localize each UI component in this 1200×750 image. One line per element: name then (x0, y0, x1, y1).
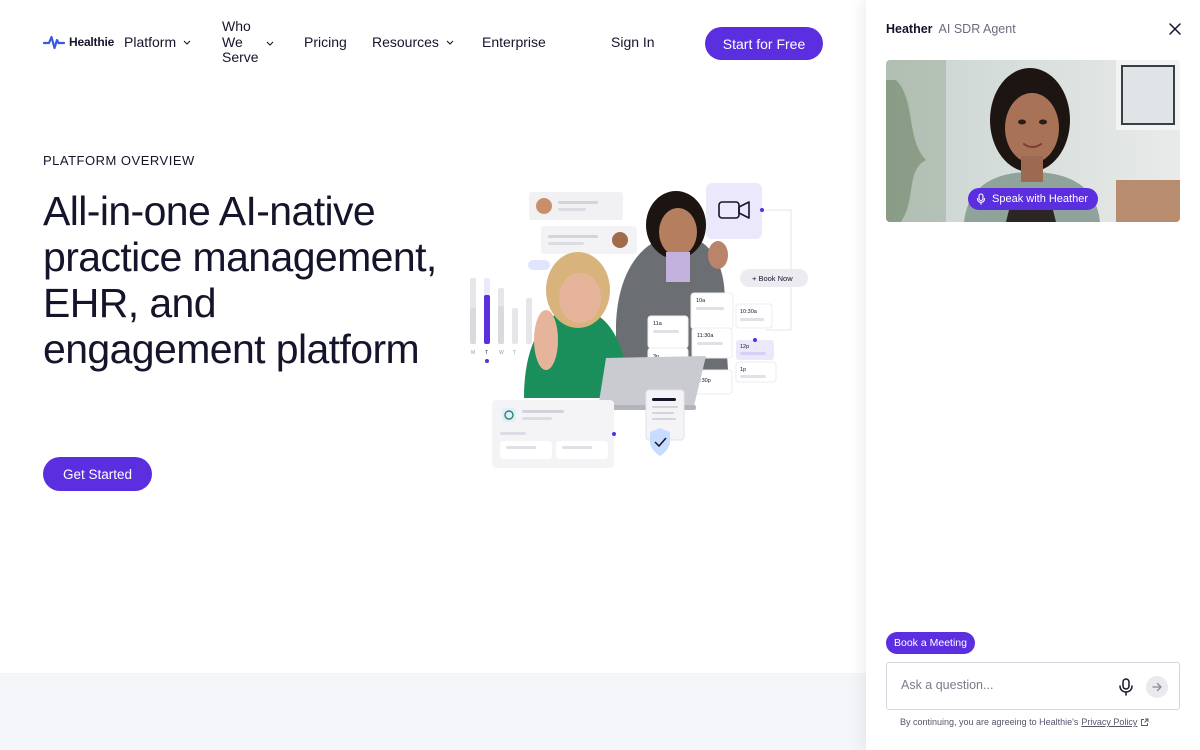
get-started-button[interactable]: Get Started (43, 457, 152, 491)
slot-label: 1p (740, 367, 746, 373)
hero-title: All-in-one AI-native practice management… (43, 188, 437, 372)
hero-illustration: M T W T + Book Now 10a 11a 11:30a 10:30a… (466, 180, 816, 475)
chevron-down-icon (183, 40, 191, 45)
nav-resources-label: Resources (372, 34, 439, 50)
next-section-band (0, 673, 866, 750)
landing-page: Healthie Platform Who We Serve Pricing R… (0, 0, 866, 750)
ask-question-input[interactable] (901, 678, 1101, 692)
svg-text:T: T (485, 350, 488, 356)
nav-who-line: We (222, 33, 243, 50)
agent-role: AI SDR Agent (938, 22, 1016, 36)
microphone-icon (976, 193, 986, 205)
healthie-logo-icon (43, 35, 65, 50)
svg-text:W: W (499, 350, 504, 356)
chat-input-box (886, 662, 1180, 710)
microphone-icon[interactable] (1117, 677, 1135, 697)
chat-header: Heather AI SDR Agent (886, 22, 1016, 36)
close-icon[interactable] (1168, 22, 1182, 36)
arrow-right-icon (1152, 682, 1162, 692)
slot-label: 11:30a (697, 333, 714, 339)
nav-who-line: Serve (222, 49, 259, 65)
external-link-icon (1141, 718, 1149, 726)
hero-eyebrow: PLATFORM OVERVIEW (43, 153, 195, 168)
agent-video[interactable]: Speak with Heather (886, 60, 1180, 222)
svg-text:M: M (471, 350, 475, 356)
chevron-down-icon (446, 40, 454, 45)
svg-text:T: T (513, 350, 516, 356)
shield-check-icon (650, 428, 670, 456)
top-nav: Healthie Platform Who We Serve Pricing R… (0, 0, 866, 86)
book-a-meeting-button[interactable]: Book a Meeting (886, 632, 975, 654)
agent-name: Heather (886, 22, 933, 36)
nav-who-we-serve[interactable]: Who We Serve (222, 18, 262, 66)
nav-pricing-label: Pricing (304, 34, 347, 50)
ai-agent-chat-panel: Heather AI SDR Agent Speak with Heather … (866, 0, 1200, 750)
healthie-logo[interactable]: Healthie (43, 34, 114, 50)
slot-label: 12p (740, 344, 749, 350)
slot-label: 11a (653, 321, 663, 327)
nav-pricing[interactable]: Pricing (304, 34, 347, 50)
sign-in-link[interactable]: Sign In (611, 34, 655, 50)
video-card (706, 183, 762, 239)
start-for-free-button[interactable]: Start for Free (705, 27, 823, 60)
chevron-down-icon[interactable] (265, 38, 275, 48)
consent-text: By continuing, you are agreeing to Healt… (900, 717, 1079, 727)
slot-label: 10:30a (740, 309, 758, 315)
slot-label: 10a (696, 298, 706, 304)
speak-with-heather-button[interactable]: Speak with Heather (968, 188, 1098, 210)
nav-enterprise-label: Enterprise (482, 34, 546, 50)
consent-notice: By continuing, you are agreeing to Healt… (900, 717, 1149, 727)
nav-resources[interactable]: Resources (372, 34, 455, 50)
logo-text: Healthie (69, 35, 115, 49)
book-now-pill: + Book Now (752, 274, 793, 283)
speak-label: Speak with Heather (992, 193, 1088, 205)
nav-who-line: Who (222, 18, 251, 34)
privacy-policy-link[interactable]: Privacy Policy (1081, 717, 1137, 727)
activity-bars (470, 278, 532, 344)
nav-platform[interactable]: Platform (124, 34, 192, 50)
send-button[interactable] (1146, 676, 1168, 698)
nav-enterprise[interactable]: Enterprise (482, 34, 546, 50)
hero-illustration-art: M T W T + Book Now 10a 11a 11:30a 10:30a… (470, 183, 808, 468)
nav-platform-label: Platform (124, 34, 177, 50)
